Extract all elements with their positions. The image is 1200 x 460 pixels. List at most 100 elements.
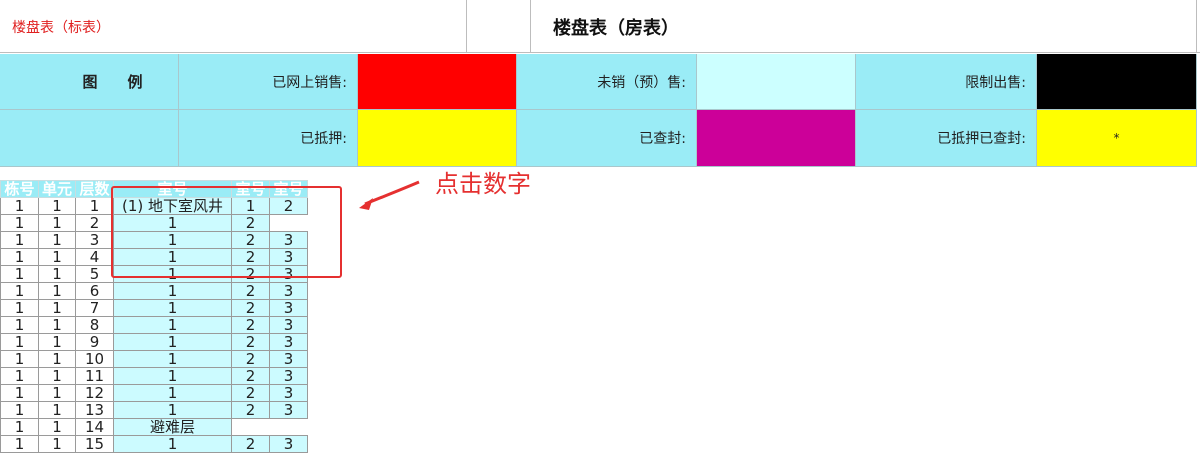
room-cell[interactable]: 3 xyxy=(269,350,308,368)
legend-swatch-mortgaged xyxy=(358,110,517,167)
room-cell[interactable]: 1 xyxy=(113,333,232,351)
table-row: 116123 xyxy=(0,282,308,300)
table-row: 119123 xyxy=(0,333,308,351)
table-row: 1 1 14 避难层 xyxy=(0,418,308,436)
room-cell[interactable]: 2 xyxy=(231,367,270,385)
table-row: 1 1 10 1 2 3 xyxy=(0,350,308,368)
room-cell[interactable]: 3 xyxy=(269,316,308,334)
table-row: 118123 xyxy=(0,316,308,334)
unit-cell: 1 xyxy=(38,231,76,249)
building-cell: 1 xyxy=(0,265,39,283)
room-cell[interactable]: 1 xyxy=(113,367,232,385)
floor-cell: 10 xyxy=(75,350,114,368)
legend-label-sold: 已网上销售: xyxy=(179,54,358,110)
standard-table-link[interactable]: 楼盘表（标表） xyxy=(0,0,467,53)
room-cell[interactable]: 2 xyxy=(231,435,270,453)
building-cell: 1 xyxy=(0,282,39,300)
floor-cell: 7 xyxy=(75,299,114,317)
building-cell: 1 xyxy=(0,299,39,317)
highlight-box xyxy=(111,186,342,278)
room-cell[interactable]: 3 xyxy=(269,333,308,351)
annotation-text: 点击数字 xyxy=(435,170,531,198)
building-cell: 1 xyxy=(0,367,39,385)
room-cell[interactable]: 2 xyxy=(231,401,270,419)
room-cell[interactable]: 2 xyxy=(231,350,270,368)
floor-cell: 4 xyxy=(75,248,114,266)
unit-cell: 1 xyxy=(38,435,76,453)
room-cell[interactable]: 1 xyxy=(113,401,232,419)
header-spacer xyxy=(467,0,531,53)
room-cell[interactable]: 1 xyxy=(113,384,232,402)
unit-cell: 1 xyxy=(38,350,76,368)
floor-cell: 1 xyxy=(75,197,114,215)
legend-label-mortgaged-seized: 已抵押已查封: xyxy=(856,110,1037,167)
legend-label-seized: 已查封: xyxy=(517,110,697,167)
floor-cell: 14 xyxy=(75,418,114,436)
room-cell[interactable]: 3 xyxy=(269,282,308,300)
floor-cell: 2 xyxy=(75,214,114,232)
page-title: 楼盘表（房表） xyxy=(531,0,1197,53)
header-floor: 层数 xyxy=(75,180,114,198)
unit-cell: 1 xyxy=(38,197,76,215)
unit-cell: 1 xyxy=(38,282,76,300)
building-cell: 1 xyxy=(0,384,39,402)
building-cell: 1 xyxy=(0,214,39,232)
unit-cell: 1 xyxy=(38,248,76,266)
building-cell: 1 xyxy=(0,435,39,453)
legend-mark: * xyxy=(1113,131,1120,145)
room-cell[interactable]: 3 xyxy=(269,401,308,419)
room-cell[interactable]: 1 xyxy=(113,350,232,368)
unit-cell: 1 xyxy=(38,367,76,385)
legend-swatch-unsold xyxy=(697,54,856,110)
unit-cell: 1 xyxy=(38,418,76,436)
floor-cell: 15 xyxy=(75,435,114,453)
room-cell[interactable]: 2 xyxy=(231,299,270,317)
building-cell: 1 xyxy=(0,333,39,351)
room-cell[interactable]: 2 xyxy=(231,384,270,402)
room-cell[interactable]: 3 xyxy=(269,367,308,385)
floor-cell: 3 xyxy=(75,231,114,249)
floor-cell: 5 xyxy=(75,265,114,283)
room-cell[interactable]: 2 xyxy=(231,282,270,300)
table-row: 1 1 15 1 2 3 xyxy=(0,435,308,453)
room-cell[interactable]: 1 xyxy=(113,299,232,317)
room-cell[interactable]: 1 xyxy=(113,435,232,453)
empty-cell xyxy=(231,418,308,436)
room-cell[interactable]: 2 xyxy=(231,333,270,351)
floor-cell: 13 xyxy=(75,401,114,419)
legend-swatch-restricted xyxy=(1037,54,1197,110)
header-unit: 单元 xyxy=(38,180,76,198)
legend-empty-cell xyxy=(0,110,179,167)
legend-swatch-mortgaged-seized: * xyxy=(1037,110,1197,167)
building-cell: 1 xyxy=(0,248,39,266)
room-cell[interactable]: 1 xyxy=(113,282,232,300)
legend-swatch-seized xyxy=(697,110,856,167)
unit-cell: 1 xyxy=(38,384,76,402)
unit-cell: 1 xyxy=(38,333,76,351)
room-cell[interactable]: 2 xyxy=(231,316,270,334)
unit-cell: 1 xyxy=(38,265,76,283)
room-cell[interactable]: 1 xyxy=(113,316,232,334)
building-cell: 1 xyxy=(0,418,39,436)
floor-cell: 11 xyxy=(75,367,114,385)
room-cell: 避难层 xyxy=(113,418,232,436)
floor-cell: 9 xyxy=(75,333,114,351)
top-bar: 楼盘表（标表） 楼盘表（房表） xyxy=(0,0,1200,53)
building-cell: 1 xyxy=(0,197,39,215)
legend-label-unsold: 未销（预）售: xyxy=(517,54,697,110)
room-cell[interactable]: 3 xyxy=(269,435,308,453)
room-cell[interactable]: 3 xyxy=(269,299,308,317)
legend-label-restricted: 限制出售: xyxy=(856,54,1037,110)
legend-swatch-sold xyxy=(358,54,517,110)
building-cell: 1 xyxy=(0,350,39,368)
unit-cell: 1 xyxy=(38,299,76,317)
header-building: 栋号 xyxy=(0,180,39,198)
unit-cell: 1 xyxy=(38,401,76,419)
legend-title: 图 例 xyxy=(82,73,150,91)
table-row: 1 1 12 1 2 3 xyxy=(0,384,308,402)
arrow-icon xyxy=(359,180,420,210)
room-cell[interactable]: 3 xyxy=(269,384,308,402)
table-row: 1 1 11 1 2 3 xyxy=(0,367,308,385)
unit-cell: 1 xyxy=(38,316,76,334)
unit-cell: 1 xyxy=(38,214,76,232)
